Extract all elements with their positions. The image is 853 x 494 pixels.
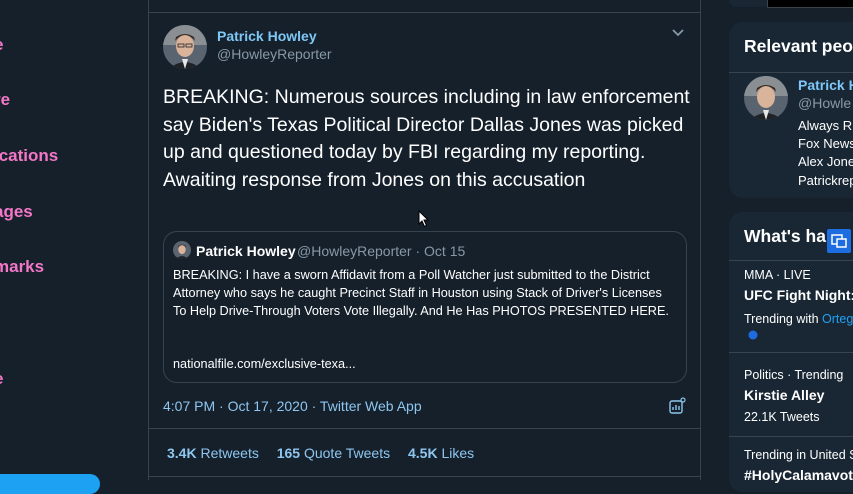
tweet-timestamp[interactable]: 4:07 PM · Oct 17, 2020 · Twitter Web App: [163, 398, 422, 414]
relevant-person-name[interactable]: Patrick H: [798, 77, 853, 93]
trend-title[interactable]: Kirstie Alley: [744, 387, 824, 403]
tweet-detail: Patrick Howley @HowleyReporter BREAKING:…: [149, 0, 701, 480]
quoted-tweet[interactable]: Patrick Howley @HowleyReporter · Oct 15 …: [163, 231, 687, 383]
retweets-label: Retweets: [200, 445, 259, 461]
retweets-link[interactable]: 3.4K Retweets: [167, 445, 273, 461]
relevant-person-bio: Always R Fox News Alex Jone Patrickrep: [798, 117, 853, 190]
trends-title: What's ha: [744, 226, 826, 246]
trend-subtitle-prefix: Trending with: [744, 312, 823, 326]
trend-image-icon: [748, 330, 758, 340]
quote-author-handle: @HowleyReporter · Oct 15: [297, 243, 466, 259]
nav-item-profile[interactable]: e: [0, 369, 3, 389]
bio-line: Alex Jone: [798, 154, 853, 170]
trend-title[interactable]: UFC Fight Night:: [744, 287, 853, 303]
nav-item-explore[interactable]: re: [0, 90, 10, 110]
right-sidebar: Relevant peop Patrick H @Howle Always R …: [729, 0, 853, 492]
nav-item-home[interactable]: e: [0, 35, 3, 55]
quote-tweets-count: 165: [276, 445, 301, 461]
bio-line: Always R: [798, 118, 853, 133]
trends-card: What's ha MMA · LIVE UFC Fight Night: Tr…: [729, 212, 853, 492]
quote-tweets-label: Quote Tweets: [303, 445, 391, 461]
screen-translate-icon: [831, 234, 847, 248]
relevant-people-title: Relevant peop: [744, 36, 853, 56]
nav-item-bookmarks[interactable]: marks: [0, 257, 44, 277]
likes-label: Likes: [441, 445, 475, 461]
left-navigation: e re ications ages marks e: [0, 0, 148, 494]
trend-subtitle-link[interactable]: Ortega: [822, 312, 853, 326]
search-bar[interactable]: [729, 0, 769, 7]
divider: [149, 428, 701, 429]
trend-subtitle: Trending with Ortega: [744, 312, 853, 326]
likes-link[interactable]: 4.5K Likes: [408, 445, 488, 461]
translate-overlay-button[interactable]: [827, 229, 851, 253]
divider: [729, 436, 853, 437]
trend-meta: Politics · Trending: [744, 368, 844, 382]
likes-count: 4.5K: [408, 445, 438, 461]
quote-link[interactable]: nationalfile.com/exclusive-texa...: [173, 357, 356, 371]
quote-tweets-link[interactable]: 165 Quote Tweets: [277, 445, 404, 461]
bio-line: Patrickrep: [798, 172, 853, 188]
relevant-person-handle[interactable]: @Howle: [798, 95, 851, 111]
divider: [149, 12, 701, 13]
divider: [729, 352, 853, 353]
nav-item-notifications[interactable]: ications: [0, 146, 58, 166]
bio-line: Fox News: [798, 136, 853, 152]
trend-title[interactable]: #HolyCalamavote: [744, 467, 853, 483]
author-avatar[interactable]: [163, 25, 207, 69]
divider: [729, 260, 853, 261]
nav-item-messages[interactable]: ages: [0, 202, 33, 222]
quote-text: BREAKING: I have a sworn Affidavit from …: [173, 268, 669, 319]
divider: [729, 72, 853, 73]
tweet-button[interactable]: [0, 474, 100, 494]
trend-subtitle: 22.1K Tweets: [744, 410, 820, 424]
search-bar-edge: [767, 0, 853, 8]
retweets-count: 3.4K: [167, 445, 197, 461]
relevant-person-avatar[interactable]: [744, 76, 788, 120]
author-handle[interactable]: @HowleyReporter: [217, 46, 332, 62]
tweet-stats: 3.4K Retweets 165 Quote Tweets 4.5K Like…: [167, 445, 488, 461]
quote-author-avatar: [173, 241, 191, 259]
tweet-text: BREAKING: Numerous sources including in …: [163, 86, 690, 191]
trend-meta: MMA · LIVE: [744, 268, 811, 282]
chevron-down-icon[interactable]: [671, 26, 685, 40]
analytics-icon[interactable]: [668, 397, 686, 415]
quote-author-name: Patrick Howley: [196, 243, 296, 259]
divider: [149, 476, 701, 477]
author-name[interactable]: Patrick Howley: [217, 28, 317, 44]
mouse-cursor-icon: [418, 210, 430, 228]
trend-meta: Trending in United S: [744, 448, 853, 462]
